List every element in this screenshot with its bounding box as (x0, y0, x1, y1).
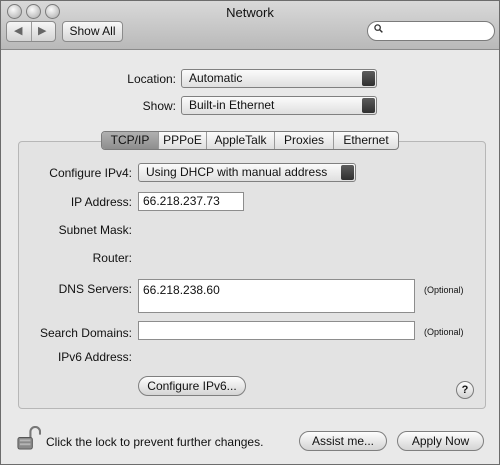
ip-address-label: IP Address: (70, 195, 132, 209)
settings-tab-bar: TCP/IP PPPoE AppleTalk Proxies Ethernet (101, 131, 399, 150)
tab-appletalk[interactable]: AppleTalk (206, 132, 274, 149)
show-label: Show: (142, 99, 176, 113)
network-preferences-window: Network ◀ ▶ Show All Location: Automatic… (0, 0, 500, 465)
location-label: Location: (127, 72, 176, 86)
lock-message: Click the lock to prevent further change… (46, 435, 264, 449)
updown-arrows-icon (362, 98, 375, 113)
dns-optional-label: (Optional) (424, 285, 464, 295)
unlocked-padlock-icon[interactable] (16, 426, 41, 451)
tab-ethernet[interactable]: Ethernet (333, 132, 398, 149)
show-popup[interactable]: Built-in Ethernet (181, 96, 377, 115)
search-domains-label: Search Domains: (39, 326, 132, 340)
configure-ipv4-popup[interactable]: Using DHCP with manual address (138, 163, 356, 182)
search-domains-field[interactable] (138, 321, 415, 340)
dns-servers-label: DNS Servers: (58, 282, 132, 296)
search-optional-label: (Optional) (424, 327, 464, 337)
ip-address-field[interactable]: 66.218.237.73 (138, 192, 244, 211)
nav-divider (31, 22, 32, 41)
configure-ipv6-button[interactable]: Configure IPv6... (138, 376, 246, 396)
search-icon (374, 24, 383, 33)
dns-servers-field[interactable]: 66.218.238.60 (138, 279, 415, 313)
window-title: Network (226, 5, 274, 20)
configure-ipv4-value: Using DHCP with manual address (146, 165, 328, 179)
tab-tcpip[interactable]: TCP/IP (102, 132, 158, 149)
title-bar: Network ◀ ▶ Show All (1, 1, 499, 50)
apply-now-button[interactable]: Apply Now (397, 431, 484, 451)
back-forward-control: ◀ ▶ (6, 21, 56, 42)
location-value: Automatic (189, 71, 243, 85)
router-label: Router: (92, 251, 132, 265)
right-arrow-icon[interactable]: ▶ (38, 24, 46, 37)
show-all-button[interactable]: Show All (62, 21, 123, 42)
configure-ipv4-label: Configure IPv4: (49, 166, 132, 180)
updown-arrows-icon (362, 71, 375, 86)
ipv6-address-label: IPv6 Address: (57, 350, 132, 364)
search-field[interactable] (367, 21, 495, 41)
show-value: Built-in Ethernet (189, 98, 275, 112)
subnet-mask-label: Subnet Mask: (58, 223, 132, 237)
tab-pppoe[interactable]: PPPoE (158, 132, 206, 149)
left-arrow-icon[interactable]: ◀ (14, 24, 22, 37)
tab-proxies[interactable]: Proxies (274, 132, 333, 149)
assist-me-button[interactable]: Assist me... (299, 431, 387, 451)
location-popup[interactable]: Automatic (181, 69, 377, 88)
help-button[interactable]: ? (456, 381, 474, 399)
updown-arrows-icon (341, 165, 354, 180)
